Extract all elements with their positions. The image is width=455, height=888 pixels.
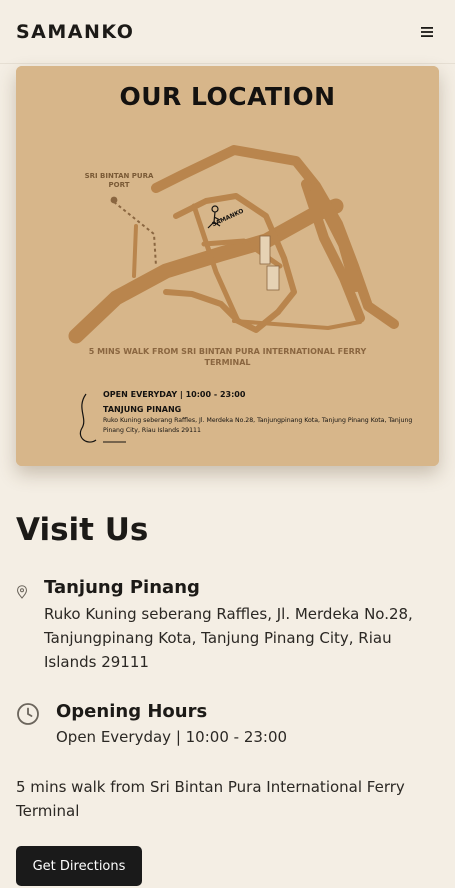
opening-hours-title: Opening Hours <box>56 701 208 722</box>
map-info-block: OPEN EVERYDAY | 10:00 - 23:00 TANJUNG PI… <box>103 390 423 436</box>
site-header: SAMANKO <box>0 0 455 64</box>
map-port-label: SRI BINTAN PURA PORT <box>84 172 154 189</box>
map-city: TANJUNG PINANG <box>103 405 182 414</box>
location-pin-icon <box>16 584 28 599</box>
location-map-image: OUR LOCATION SRI BINTAN PURA PORT SAMANK… <box>16 66 439 466</box>
location-address: Ruko Kuning seberang Raffles, Jl. Merdek… <box>44 605 413 671</box>
location-title: Tanjung Pinang <box>44 577 200 598</box>
map-title: OUR LOCATION <box>119 82 336 111</box>
map-walk-note: 5 MINS WALK FROM SRI BINTAN PURA INTERNA… <box>88 347 367 367</box>
map-address: Ruko Kuning seberang Raffles, Jl. Merdek… <box>103 417 413 434</box>
opening-hours-text: Open Everyday | 10:00 - 23:00 <box>56 728 288 746</box>
clock-icon <box>16 702 40 726</box>
hamburger-menu-icon[interactable] <box>415 20 439 44</box>
brand-logo[interactable]: SAMANKO <box>16 21 134 43</box>
map-hours: OPEN EVERYDAY | 10:00 - 23:00 <box>103 390 246 399</box>
get-directions-button[interactable]: Get Directions <box>16 846 142 886</box>
visit-us-heading: Visit Us <box>16 512 149 548</box>
walk-note: 5 mins walk from Sri Bintan Pura Interna… <box>16 778 405 820</box>
